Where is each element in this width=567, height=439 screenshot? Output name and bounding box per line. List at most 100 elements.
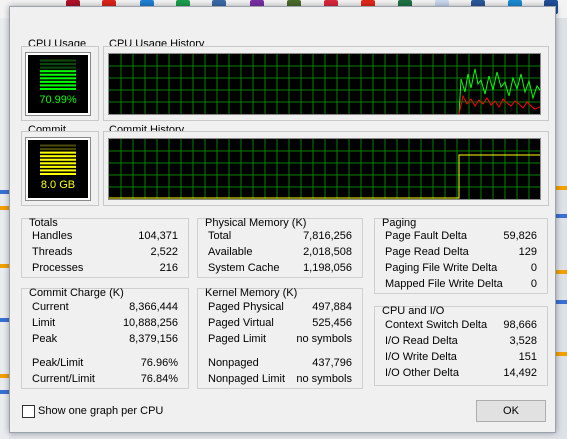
- background-window-left: [0, 18, 9, 439]
- physical-memory-title: Physical Memory (K): [205, 217, 307, 229]
- cpu-io-box: CPU and I/O Context Switch Delta 98,666 …: [374, 305, 548, 386]
- cpu-io-title: CPU and I/O: [382, 305, 445, 317]
- current-value: 8,366,444: [129, 301, 178, 313]
- paging-row: Page Fault Delta 59,826: [375, 229, 547, 245]
- commit-history-graph: [108, 138, 541, 200]
- totals-row: Processes 216: [22, 261, 188, 277]
- commit-charge-row: Peak/Limit 76.96%: [22, 356, 188, 372]
- background-window-right: [556, 18, 567, 439]
- cpu-io-row: I/O Read Delta 3,528: [375, 334, 547, 350]
- peak-value: 8,379,156: [129, 333, 178, 345]
- paged-limit-label: Paged Limit: [208, 333, 267, 345]
- paged-physical-value: 497,884: [312, 301, 352, 313]
- cpu-meter-segment: [40, 87, 76, 90]
- commit-charge-row: Current 8,366,444: [22, 300, 188, 316]
- io-write-delta-label: I/O Write Delta: [385, 351, 457, 363]
- io-read-delta-label: I/O Read Delta: [385, 335, 458, 347]
- processes-value: 216: [159, 262, 178, 274]
- kernel-memory-row: Paged Physical 497,884: [198, 300, 362, 316]
- page-read-delta-label: Page Read Delta: [385, 246, 469, 258]
- total-label: Total: [208, 230, 232, 242]
- commit-value: 8.0 GB: [40, 179, 76, 191]
- io-other-delta-label: I/O Other Delta: [385, 367, 459, 379]
- handles-label: Handles: [32, 230, 73, 242]
- commit-meter-segment: [40, 172, 76, 175]
- cpu-usage-trace: [458, 68, 540, 114]
- paging-row: Page Read Delta 129: [375, 245, 547, 261]
- threads-label: Threads: [32, 246, 73, 258]
- total-value: 7,816,256: [303, 230, 352, 242]
- nonpaged-limit-value: no symbols: [296, 373, 352, 385]
- limit-value: 10,888,256: [122, 317, 178, 329]
- paging-row: Mapped File Write Delta 0: [375, 277, 547, 293]
- commit-meter-segment: [40, 165, 76, 168]
- commit-charge-box: Commit Charge (K) Current 8,366,444 Limi…: [21, 287, 189, 389]
- page-fault-delta-label: Page Fault Delta: [385, 230, 467, 242]
- kernel-memory-title: Kernel Memory (K): [205, 287, 298, 299]
- current-label: Current: [32, 301, 69, 313]
- paging-row: Paging File Write Delta 0: [375, 261, 547, 277]
- cpu-history-graph: [108, 53, 541, 115]
- commit-meter: 8.0 GB: [25, 137, 91, 201]
- commit-charge-row: Peak 8,379,156: [22, 332, 188, 348]
- commit-charge-title: Commit Charge (K): [29, 287, 124, 299]
- one-graph-per-cpu-label[interactable]: Show one graph per CPU: [38, 405, 163, 417]
- cpu-meter-segment: [40, 77, 76, 80]
- paging-box: Paging Page Fault Delta 59,826 Page Read…: [374, 217, 548, 294]
- peak-limit-value: 76.96%: [140, 357, 178, 369]
- context-switch-delta-label: Context Switch Delta: [385, 319, 488, 331]
- available-label: Available: [208, 246, 253, 258]
- kernel-memory-row: Nonpaged Limit no symbols: [198, 372, 362, 388]
- physical-memory-row: Available 2,018,508: [198, 245, 362, 261]
- cpu-io-row: Context Switch Delta 98,666: [375, 318, 547, 334]
- mapped-file-write-delta-label: Mapped File Write Delta: [385, 278, 503, 290]
- cpu-io-row: I/O Write Delta 151: [375, 350, 547, 366]
- commit-meter-segment: [40, 169, 76, 172]
- commit-charge-row: Limit 10,888,256: [22, 316, 188, 332]
- paging-file-write-delta-label: Paging File Write Delta: [385, 262, 498, 274]
- totals-title: Totals: [29, 217, 58, 229]
- context-switch-delta-value: 98,666: [503, 319, 537, 331]
- processes-label: Processes: [32, 262, 84, 274]
- current-limit-value: 76.84%: [140, 373, 178, 385]
- commit-charge-row: Current/Limit 76.84%: [22, 372, 188, 388]
- cpu-usage-value: 70.99%: [39, 94, 77, 106]
- totals-row: Threads 2,522: [22, 245, 188, 261]
- paged-virtual-value: 525,456: [312, 317, 352, 329]
- paged-limit-value: no symbols: [296, 333, 352, 345]
- commit-meter-segment: [40, 144, 76, 147]
- totals-box: Totals Handles 104,371 Threads 2,522 Pro…: [21, 217, 189, 278]
- cpu-meter-segment: [40, 73, 76, 76]
- mapped-file-write-delta-value: 0: [530, 278, 537, 290]
- io-other-delta-value: 14,492: [503, 367, 537, 379]
- cpu-meter-segment: [40, 80, 76, 83]
- cpu-meter-segment: [40, 63, 76, 66]
- physical-memory-row: System Cache 1,198,056: [198, 261, 362, 277]
- paging-file-write-delta-value: 0: [530, 262, 537, 274]
- commit-meter-segment: [40, 155, 76, 158]
- nonpaged-limit-label: Nonpaged Limit: [208, 373, 286, 385]
- one-graph-per-cpu-checkbox[interactable]: [22, 405, 35, 418]
- kernel-time-trace: [458, 94, 540, 114]
- io-read-delta-value: 3,528: [509, 335, 537, 347]
- io-write-delta-value: 151: [518, 351, 537, 363]
- available-value: 2,018,508: [303, 246, 352, 258]
- cpu-io-row: I/O Other Delta 14,492: [375, 366, 547, 382]
- nonpaged-label: Nonpaged: [208, 357, 259, 369]
- paging-title: Paging: [382, 217, 417, 229]
- ok-button[interactable]: OK: [476, 400, 546, 422]
- physical-memory-box: Physical Memory (K) Total 7,816,256 Avai…: [197, 217, 363, 278]
- peak-label: Peak: [32, 333, 58, 345]
- page-fault-delta-value: 59,826: [503, 230, 537, 242]
- system-cache-label: System Cache: [208, 262, 280, 274]
- cpu-usage-meter: 70.99%: [25, 52, 91, 116]
- limit-label: Limit: [32, 317, 56, 329]
- system-cache-value: 1,198,056: [303, 262, 352, 274]
- system-information-dialog: CPU Usage 70.99% CPU Usage History Commi…: [9, 6, 556, 433]
- kernel-memory-row: Nonpaged 437,796: [198, 356, 362, 372]
- commit-meter-segment: [40, 151, 76, 154]
- peak-limit-label: Peak/Limit: [32, 357, 84, 369]
- kernel-memory-row: Paged Virtual 525,456: [198, 316, 362, 332]
- handles-value: 104,371: [138, 230, 178, 242]
- totals-row: Handles 104,371: [22, 229, 188, 245]
